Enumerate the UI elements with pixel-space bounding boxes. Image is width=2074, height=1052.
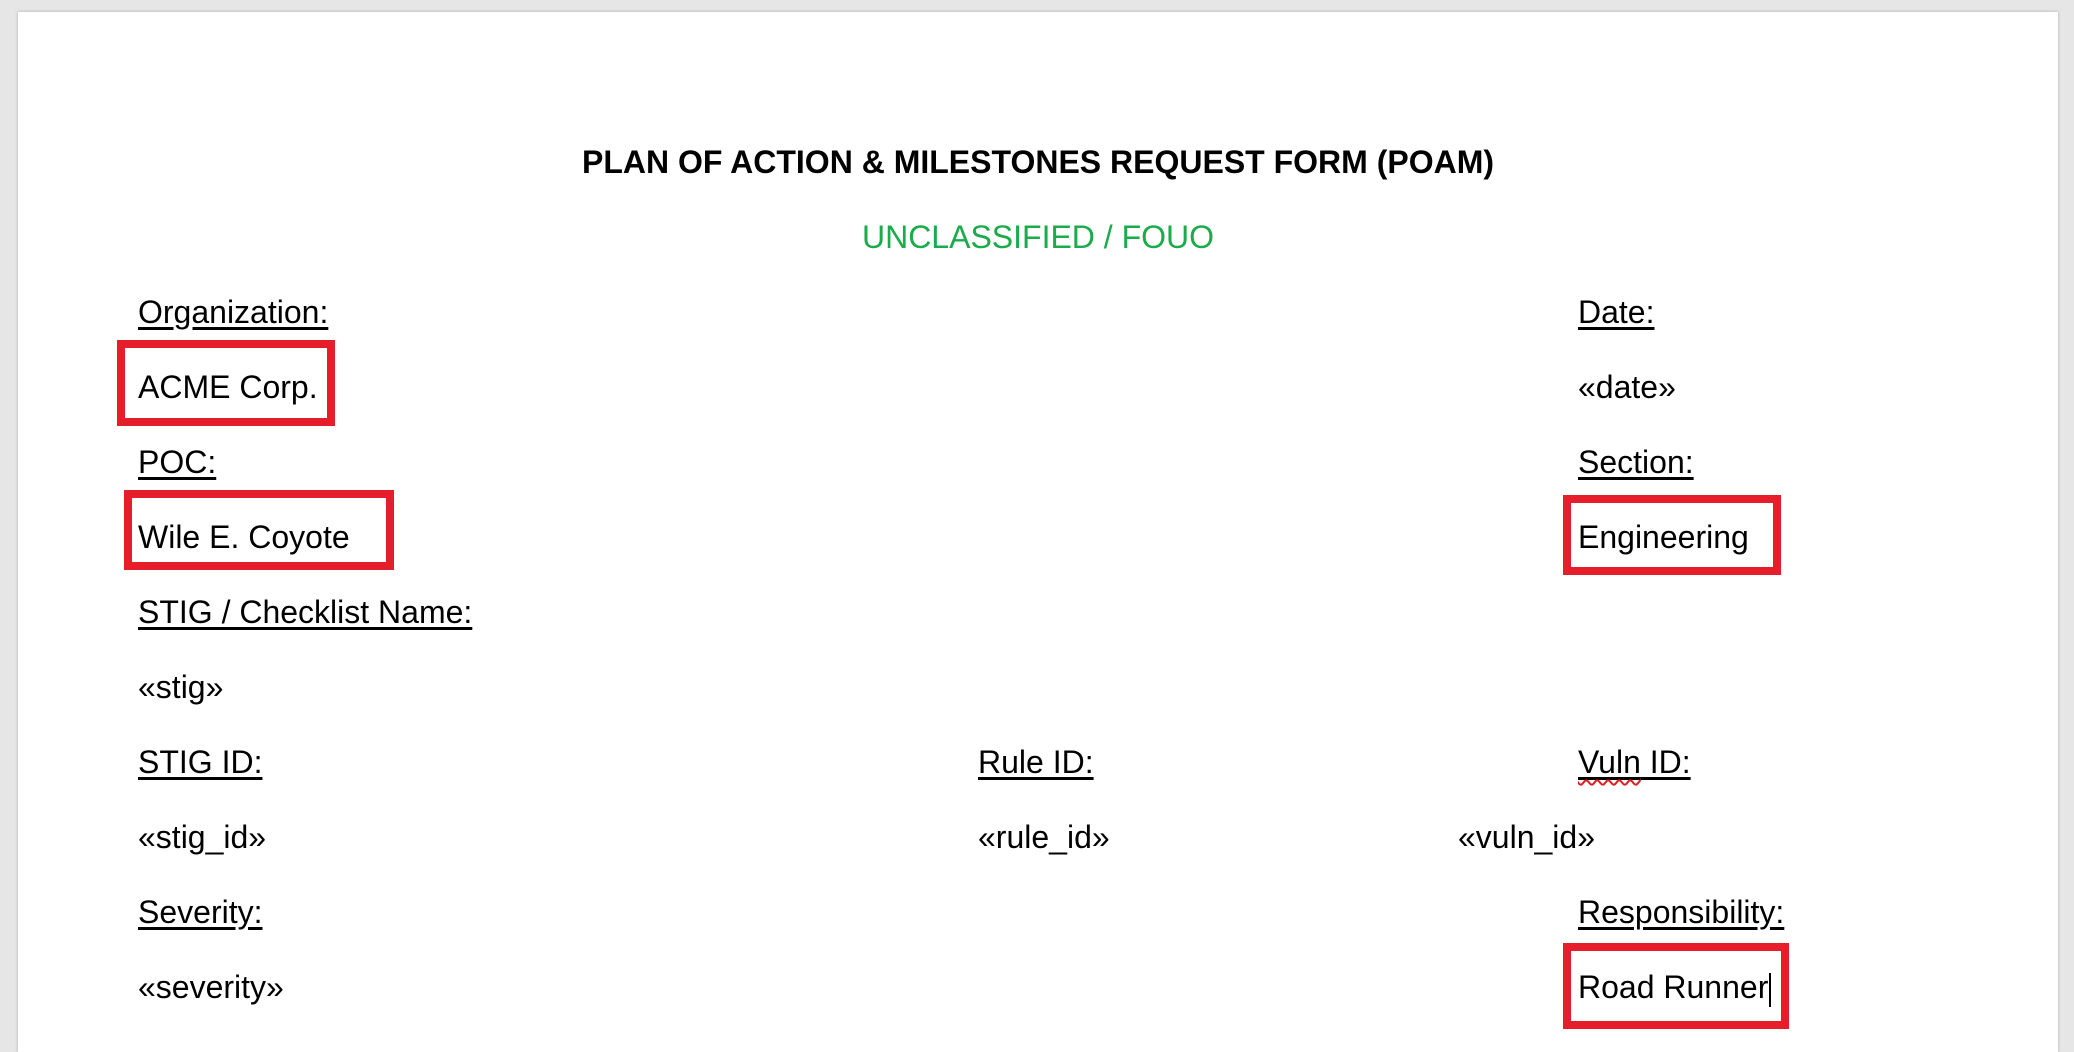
section-value[interactable]: Engineering [1578,517,1749,557]
organization-label: Organization: [138,294,329,330]
date-label: Date: [1578,294,1655,330]
stig-name-label: STIG / Checklist Name: [138,594,473,630]
organization-value[interactable]: ACME Corp. [138,367,318,407]
vuln-id-value[interactable]: «vuln_id» [1458,817,1595,857]
rule-id-label: Rule ID: [978,744,1094,780]
responsibility-field[interactable]: Road Runner [1578,967,1772,1007]
severity-label: Severity: [138,894,263,930]
responsibility-value: Road Runner [1578,969,1769,1005]
poc-label: POC: [138,444,217,480]
vuln-id-label: Vuln ID: [1578,742,1691,782]
responsibility-label: Responsibility: [1578,894,1785,930]
section-label: Section: [1578,444,1694,480]
document-page: PLAN OF ACTION & MILESTONES REQUEST FORM… [18,12,2058,1052]
stig-id-label: STIG ID: [138,744,263,780]
form-title: PLAN OF ACTION & MILESTONES REQUEST FORM… [582,144,1494,180]
stig-id-value[interactable]: «stig_id» [138,817,266,857]
vuln-id-label-suffix: ID: [1640,744,1691,780]
stig-name-value[interactable]: «stig» [138,667,223,707]
text-cursor [1769,972,1772,1007]
vuln-spellcheck-word[interactable]: Vuln [1578,744,1641,780]
classification-banner: UNCLASSIFIED / FOUO [861,219,1215,255]
date-value[interactable]: «date» [1578,367,1676,407]
rule-id-value[interactable]: «rule_id» [978,817,1110,857]
severity-value[interactable]: «severity» [138,967,284,1007]
poc-value[interactable]: Wile E. Coyote [138,517,350,557]
